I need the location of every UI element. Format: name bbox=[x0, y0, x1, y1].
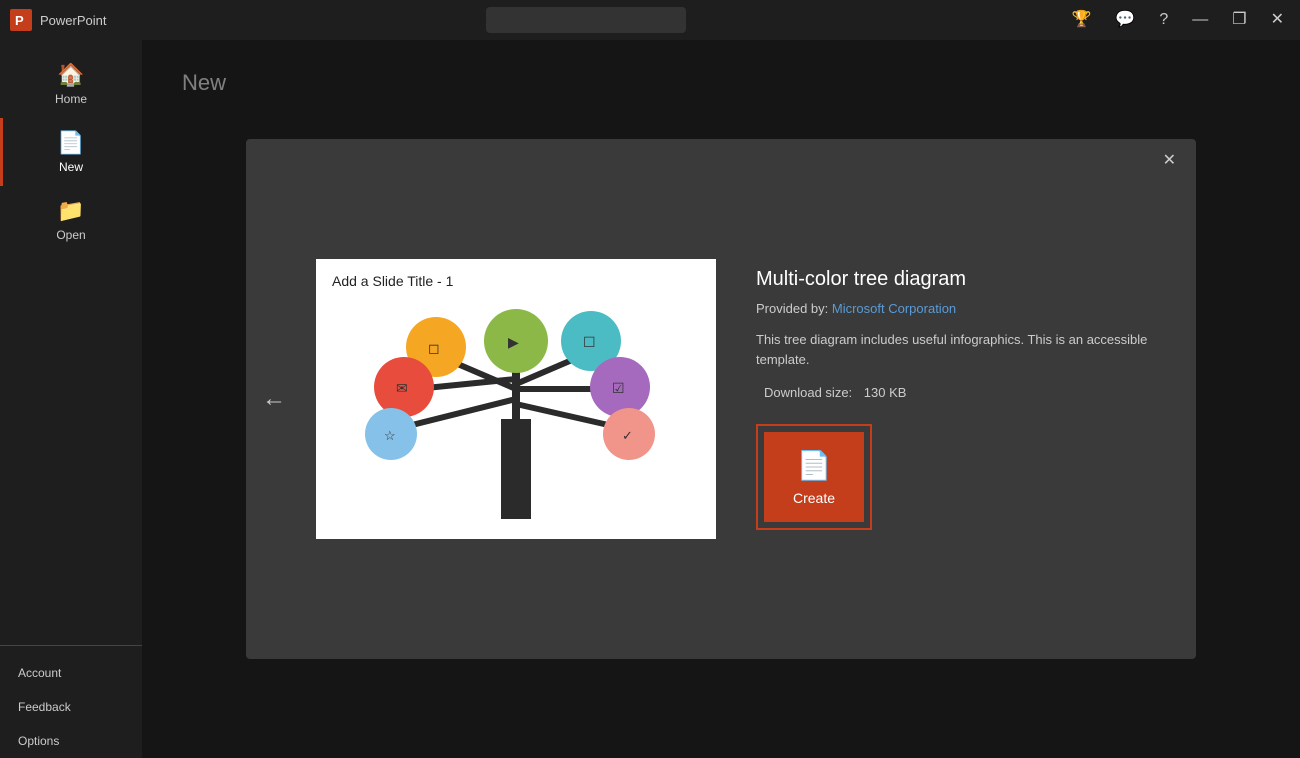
sidebar-item-open[interactable]: 📁 Open bbox=[0, 186, 142, 254]
minimize-button[interactable]: — bbox=[1186, 8, 1214, 32]
help-icon[interactable]: ? bbox=[1153, 8, 1174, 32]
template-title: Multi-color tree diagram bbox=[756, 268, 1156, 291]
app-name: PowerPoint bbox=[40, 13, 106, 28]
sidebar-item-home[interactable]: 🏠 Home bbox=[0, 50, 142, 118]
svg-text:☑: ☑ bbox=[612, 380, 625, 396]
svg-text:☐: ☐ bbox=[583, 334, 596, 350]
svg-text:◻: ◻ bbox=[428, 340, 440, 356]
provided-by: Provided by: Microsoft Corporation bbox=[756, 301, 1156, 316]
sidebar-item-feedback[interactable]: Feedback bbox=[0, 690, 142, 724]
template-modal: ✕ ← Add a Slide Title - 1 bbox=[246, 139, 1196, 659]
provider-link[interactable]: Microsoft Corporation bbox=[832, 301, 956, 316]
new-icon: 📄 bbox=[57, 130, 84, 156]
sidebar-item-new[interactable]: 📄 New bbox=[0, 118, 142, 186]
download-size-label: Download size: bbox=[764, 385, 852, 400]
content-area: New ✕ ← Add a Slide Title - 1 bbox=[142, 40, 1300, 758]
rewards-icon[interactable]: 🏆 bbox=[1066, 8, 1098, 32]
home-icon: 🏠 bbox=[57, 62, 84, 88]
sidebar: 🏠 Home 📄 New 📁 Open Account Feedback Opt… bbox=[0, 40, 142, 758]
svg-text:P: P bbox=[15, 13, 24, 28]
title-bar: P PowerPoint 🏆 💬 ? — ❐ ✕ bbox=[0, 0, 1300, 40]
title-bar-right: 🏆 💬 ? — ❐ ✕ bbox=[1066, 8, 1291, 32]
template-info: Multi-color tree diagram Provided by: Mi… bbox=[756, 258, 1156, 540]
preview-slide-title: Add a Slide Title - 1 bbox=[332, 273, 453, 289]
sidebar-bottom: Account Feedback Options bbox=[0, 645, 142, 758]
back-arrow[interactable]: ← bbox=[262, 385, 286, 413]
create-label: Create bbox=[793, 490, 835, 506]
tree-diagram: ▶ ◻ ☐ ✉ ☆ bbox=[336, 299, 696, 539]
close-button[interactable]: ✕ bbox=[1265, 8, 1290, 32]
svg-text:✓: ✓ bbox=[622, 428, 633, 443]
maximize-button[interactable]: ❐ bbox=[1226, 8, 1252, 32]
sidebar-item-account[interactable]: Account bbox=[0, 656, 142, 690]
template-preview: Add a Slide Title - 1 bbox=[316, 259, 716, 539]
create-button[interactable]: 📄 Create bbox=[764, 432, 864, 522]
app-icon: P bbox=[10, 9, 32, 31]
modal-overlay: ✕ ← Add a Slide Title - 1 bbox=[142, 40, 1300, 758]
create-icon: 📄 bbox=[797, 449, 832, 482]
main-layout: 🏠 Home 📄 New 📁 Open Account Feedback Opt… bbox=[0, 40, 1300, 758]
template-description: This tree diagram includes useful infogr… bbox=[756, 330, 1156, 369]
sidebar-item-options[interactable]: Options bbox=[0, 724, 142, 758]
create-button-wrapper: 📄 Create bbox=[756, 424, 872, 530]
svg-text:▶: ▶ bbox=[508, 334, 519, 350]
title-bar-left: P PowerPoint bbox=[10, 9, 106, 31]
svg-text:☆: ☆ bbox=[384, 428, 396, 443]
title-bar-center bbox=[106, 7, 1065, 33]
open-icon: 📁 bbox=[57, 198, 84, 224]
download-size: Download size: 130 KB bbox=[756, 385, 1156, 400]
modal-close-button[interactable]: ✕ bbox=[1157, 151, 1182, 171]
provided-by-label: Provided by: bbox=[756, 301, 828, 316]
svg-text:✉: ✉ bbox=[396, 380, 408, 396]
search-bar[interactable] bbox=[486, 7, 686, 33]
sidebar-item-home-label: Home bbox=[55, 92, 87, 106]
sidebar-item-open-label: Open bbox=[56, 228, 85, 242]
comments-icon[interactable]: 💬 bbox=[1109, 8, 1141, 32]
sidebar-item-new-label: New bbox=[59, 160, 83, 174]
download-size-value: 130 KB bbox=[864, 385, 907, 400]
